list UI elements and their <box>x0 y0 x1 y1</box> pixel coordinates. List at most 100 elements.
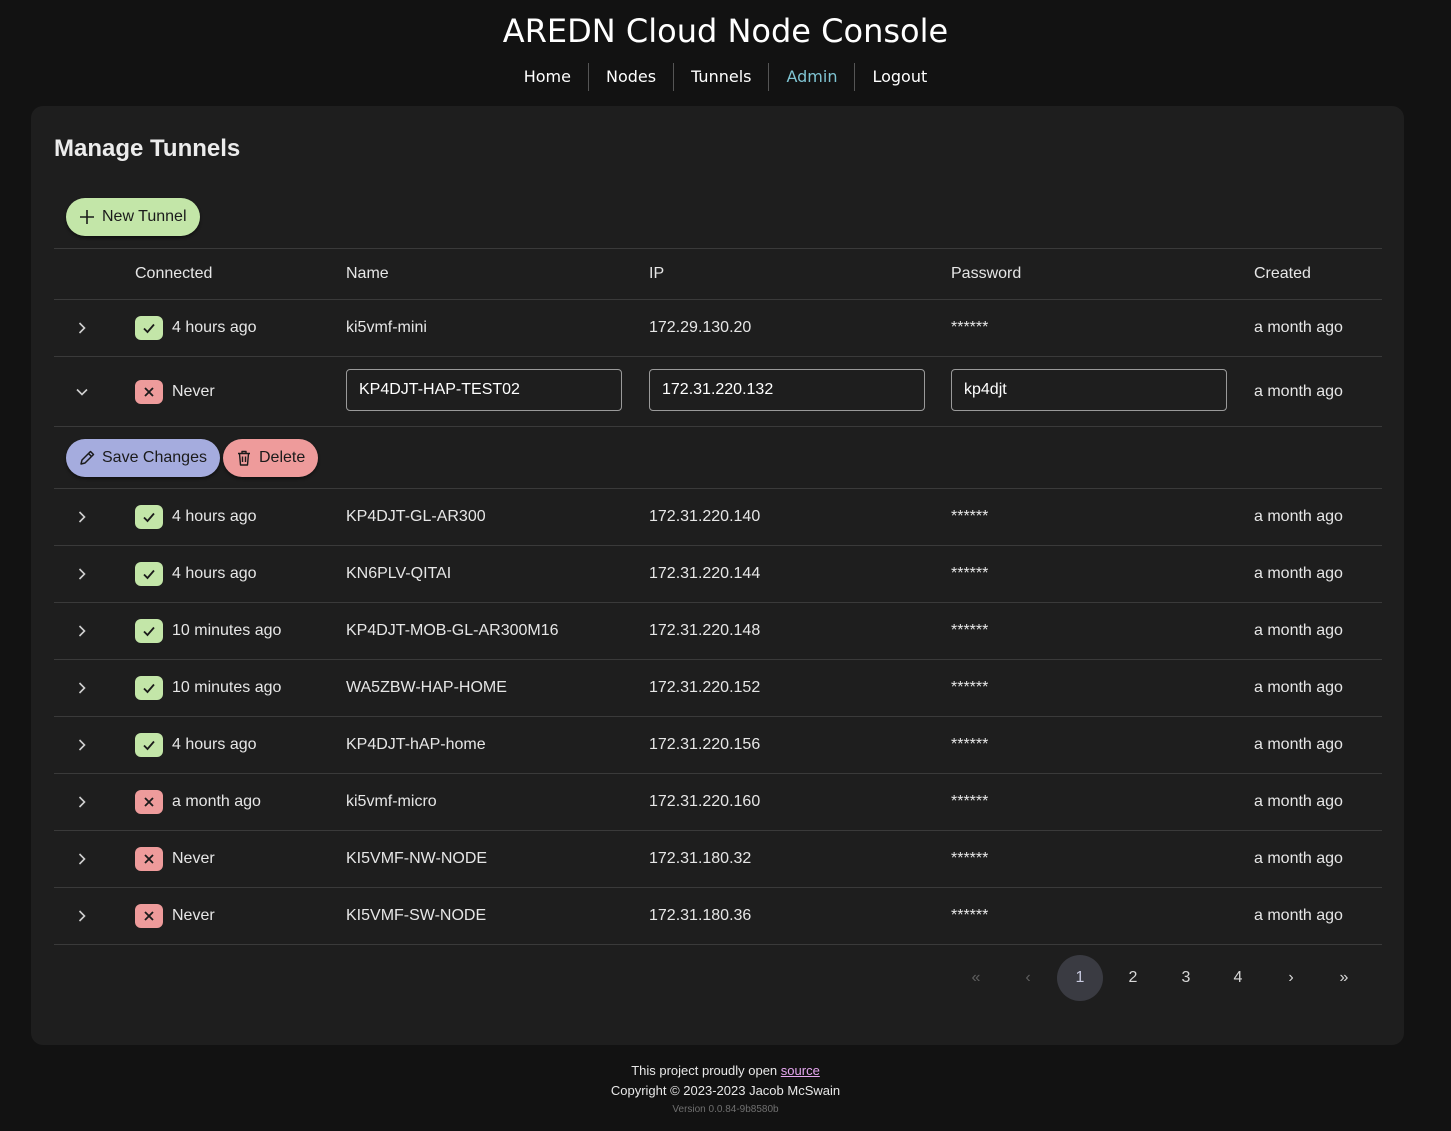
table-row: 10 minutes ago KP4DJT-MOB-GL-AR300M16 172.… <box>54 603 1382 660</box>
column-header-name[interactable]: Name <box>346 249 389 299</box>
tunnel-ip-input[interactable] <box>649 369 925 411</box>
chevron-right-icon[interactable] <box>72 849 92 869</box>
page-button-1[interactable]: 1 <box>1057 955 1103 1001</box>
column-header-ip[interactable]: IP <box>649 249 664 299</box>
table-row: 4 hours ago KP4DJT-hAP-home 172.31.220.156… <box>54 717 1382 774</box>
new-tunnel-button[interactable]: New Tunnel <box>66 198 200 236</box>
page-button-4[interactable]: 4 <box>1215 955 1261 1001</box>
table-row: Never KI5VMF-SW-NODE 172.31.180.36 ****** a … <box>54 888 1382 945</box>
first-page-button[interactable]: « <box>953 955 999 1001</box>
x-icon <box>135 904 163 928</box>
nav-logout[interactable]: Logout <box>854 63 944 91</box>
table-row: 4 hours ago KP4DJT-GL-AR300 172.31.220.140… <box>54 489 1382 546</box>
chevron-right-icon[interactable] <box>72 507 92 527</box>
app-title: AREDN Cloud Node Console <box>502 12 949 50</box>
expand-toggle[interactable] <box>72 774 96 830</box>
created-text: a month ago <box>1254 736 1343 753</box>
prev-page-button[interactable]: ‹ <box>1005 955 1051 1001</box>
created-text: a month ago <box>1254 907 1343 924</box>
expand-toggle[interactable] <box>72 660 96 716</box>
tunnel-name: KP4DJT-hAP-home <box>346 736 486 753</box>
expand-toggle[interactable] <box>72 357 96 426</box>
tunnel-ip: 172.31.220.156 <box>649 736 761 753</box>
created-text: a month ago <box>1254 622 1343 639</box>
created-text: a month ago <box>1254 793 1343 810</box>
table-row: a month ago ki5vmf-micro 172.31.220.160 ***… <box>54 774 1382 831</box>
tunnel-ip: 172.31.180.36 <box>649 907 752 924</box>
chevron-right-icon[interactable] <box>72 792 92 812</box>
tunnel-name-input[interactable] <box>346 369 622 411</box>
expand-toggle[interactable] <box>72 489 96 545</box>
chevron-right-icon[interactable] <box>72 735 92 755</box>
column-header-password[interactable]: Password <box>951 249 1021 299</box>
expand-toggle[interactable] <box>72 888 96 944</box>
expand-toggle[interactable] <box>72 603 96 659</box>
tunnel-name: ki5vmf-micro <box>346 793 437 810</box>
plus-icon <box>78 208 96 226</box>
tunnel-password: ****** <box>951 793 989 810</box>
expand-toggle[interactable] <box>72 546 96 602</box>
x-icon <box>135 379 163 404</box>
next-page-button[interactable]: › <box>1268 955 1314 1001</box>
chevron-right-icon[interactable] <box>72 621 92 641</box>
page-title: Manage Tunnels <box>54 135 241 162</box>
created-text: a month ago <box>1254 382 1343 400</box>
page-button-2[interactable]: 2 <box>1110 955 1156 1001</box>
table-row: Never a month ago <box>54 357 1382 427</box>
connected-cell: 10 minutes ago <box>135 603 281 659</box>
pencil-icon <box>78 449 96 467</box>
expand-toggle[interactable] <box>72 831 96 887</box>
main-nav: Home Nodes Tunnels Admin Logout <box>0 63 1451 91</box>
last-page-button[interactable]: » <box>1321 955 1367 1001</box>
connected-cell: Never <box>135 831 215 887</box>
tunnel-password-input[interactable] <box>951 369 1227 411</box>
last-seen-text: 4 hours ago <box>172 319 257 336</box>
nav-nodes[interactable]: Nodes <box>587 63 673 91</box>
chevron-right-icon[interactable] <box>72 678 92 698</box>
column-header-connected[interactable]: Connected <box>135 249 212 299</box>
connected-cell: 4 hours ago <box>135 717 257 773</box>
page-button-3[interactable]: 3 <box>1163 955 1209 1001</box>
expand-toggle[interactable] <box>72 717 96 773</box>
footer-source-line: This project proudly open source <box>0 1061 1451 1081</box>
footer: This project proudly open source Copyrig… <box>0 1061 1451 1119</box>
chevron-right-icon[interactable] <box>72 906 92 926</box>
tunnel-name: WA5ZBW-HAP-HOME <box>346 679 507 696</box>
chevron-down-icon[interactable] <box>72 382 92 402</box>
x-icon <box>135 790 163 814</box>
connected-cell: 4 hours ago <box>135 300 257 356</box>
column-header-created[interactable]: Created <box>1254 249 1311 299</box>
last-seen-text: 10 minutes ago <box>172 679 282 696</box>
last-seen-text: Never <box>172 382 215 400</box>
x-icon <box>135 847 163 871</box>
delete-label: Delete <box>259 449 306 466</box>
tunnel-name: ki5vmf-mini <box>346 319 427 336</box>
last-seen-text: a month ago <box>172 793 261 810</box>
tunnel-ip: 172.29.130.20 <box>649 319 752 336</box>
chevron-right-icon[interactable] <box>72 318 92 338</box>
nav-home[interactable]: Home <box>507 63 588 91</box>
delete-button[interactable]: Delete <box>223 439 319 477</box>
source-link[interactable]: source <box>781 1063 820 1078</box>
tunnel-ip: 172.31.220.160 <box>649 793 761 810</box>
chevron-right-icon[interactable] <box>72 564 92 584</box>
tunnel-password: ****** <box>951 319 989 336</box>
tunnel-password: ****** <box>951 622 989 639</box>
save-changes-button[interactable]: Save Changes <box>66 439 220 477</box>
check-icon <box>135 619 163 643</box>
created-text: a month ago <box>1254 679 1343 696</box>
last-seen-text: Never <box>172 850 215 867</box>
tunnel-password: ****** <box>951 850 989 867</box>
last-seen-text: 4 hours ago <box>172 736 257 753</box>
tunnel-ip: 172.31.220.152 <box>649 679 761 696</box>
nav-tunnels[interactable]: Tunnels <box>673 63 768 91</box>
footer-version: Version 0.0.84-9b8580b <box>672 1104 779 1115</box>
tunnel-name: KI5VMF-NW-NODE <box>346 850 488 867</box>
tunnel-ip: 172.31.180.32 <box>649 850 752 867</box>
tunnels-card: Manage Tunnels New Tunnel Connected Name… <box>31 106 1404 1045</box>
tunnel-name: KN6PLV-QITAI <box>346 565 452 582</box>
expand-toggle[interactable] <box>72 300 96 356</box>
tunnel-password: ****** <box>951 679 989 696</box>
tunnel-ip: 172.31.220.148 <box>649 622 761 639</box>
nav-admin[interactable]: Admin <box>768 63 854 91</box>
